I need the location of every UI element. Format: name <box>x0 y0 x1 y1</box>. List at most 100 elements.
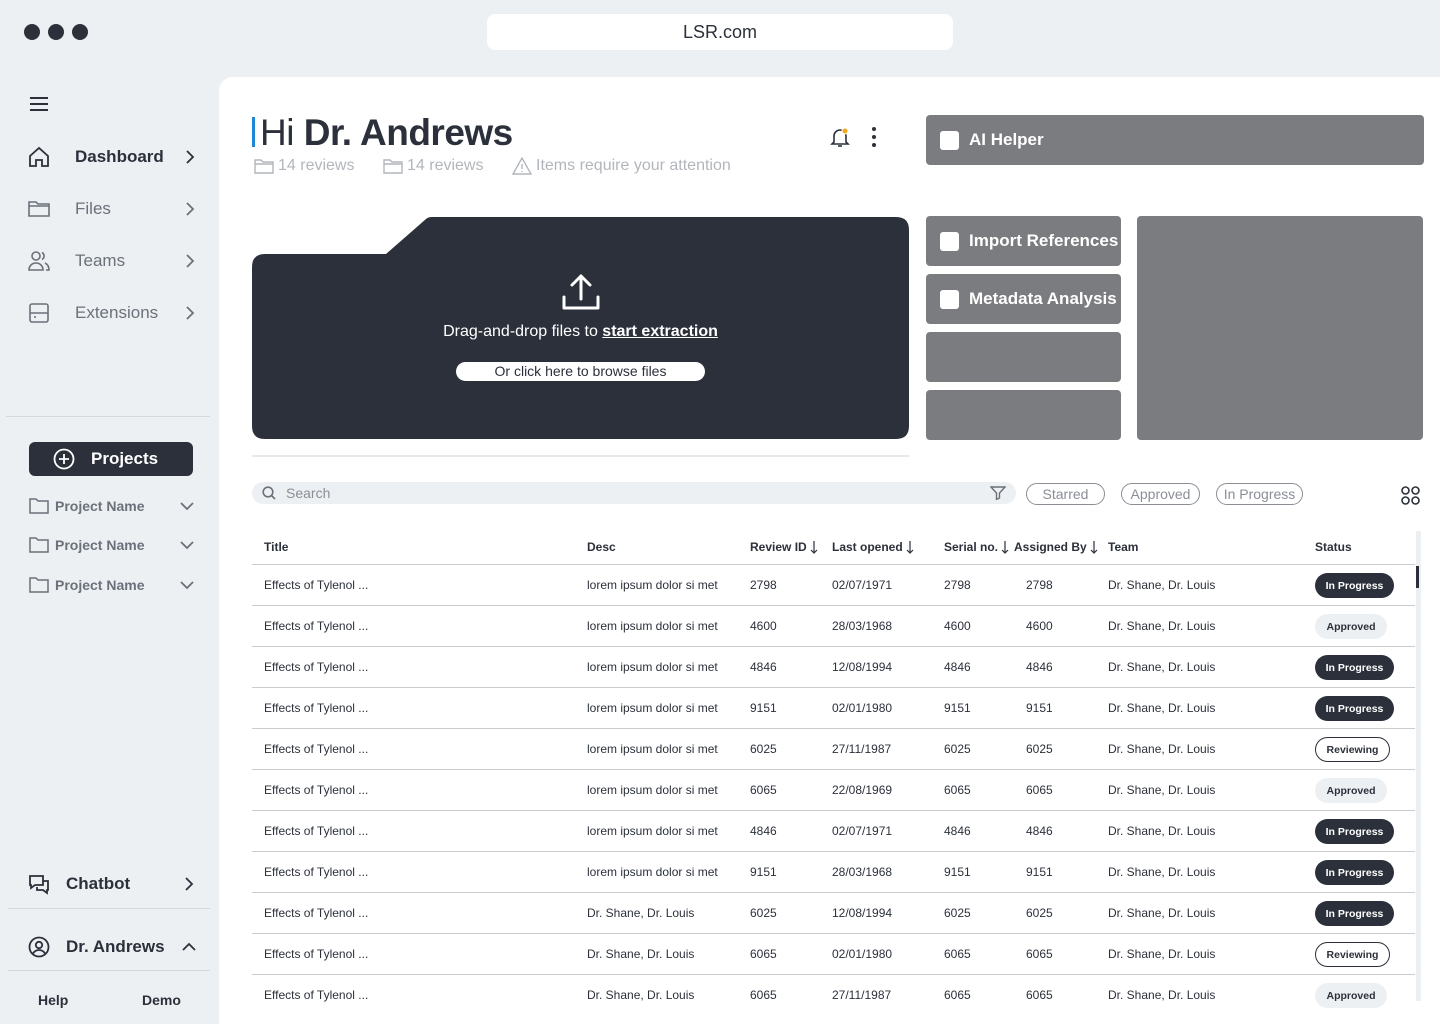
cell-desc: lorem ipsum dolor si met <box>587 578 718 592</box>
folder-icon <box>383 159 403 174</box>
ai-helper-button[interactable]: AI Helper <box>926 115 1424 165</box>
demo-link[interactable]: Demo <box>142 992 181 1008</box>
folder-icon <box>29 576 49 594</box>
cell-desc: Dr. Shane, Dr. Louis <box>587 947 695 961</box>
table-row[interactable]: Effects of Tylenol ... lorem ipsum dolor … <box>252 646 1415 687</box>
table-row[interactable]: Effects of Tylenol ... lorem ipsum dolor … <box>252 769 1415 810</box>
plus-circle-icon <box>53 448 75 470</box>
metadata-analysis-button[interactable]: Metadata Analysis <box>926 274 1121 324</box>
reviews-count: 14 reviews <box>254 157 354 175</box>
ai-helper-label: AI Helper <box>969 130 1044 149</box>
cell-title: Effects of Tylenol ... <box>264 865 369 879</box>
import-references-checkbox[interactable] <box>940 231 959 251</box>
cell-desc: Dr. Shane, Dr. Louis <box>587 906 695 920</box>
search-icon <box>262 486 276 500</box>
more-options-icon[interactable] <box>870 126 878 148</box>
help-link[interactable]: Help <box>38 992 68 1008</box>
column-header-last-opened[interactable]: Last opened <box>832 540 914 554</box>
table-row[interactable]: Effects of Tylenol ... lorem ipsum dolor … <box>252 728 1415 769</box>
table-row[interactable]: Effects of Tylenol ... Dr. Shane, Dr. Lou… <box>252 974 1415 1015</box>
column-header-status[interactable]: Status <box>1315 540 1352 554</box>
filter-icon[interactable] <box>990 486 1006 500</box>
cell-serial-no: 4846 <box>944 660 971 674</box>
table-row[interactable]: Effects of Tylenol ... Dr. Shane, Dr. Lou… <box>252 892 1415 933</box>
ai-helper-checkbox[interactable] <box>940 130 959 150</box>
project-item[interactable]: Project Name <box>29 534 194 556</box>
column-header-title[interactable]: Title <box>264 540 288 554</box>
cell-team: Dr. Shane, Dr. Louis <box>1108 783 1216 797</box>
column-header-serial-no[interactable]: Serial no. <box>944 540 1009 554</box>
empty-tile[interactable] <box>926 332 1121 382</box>
sidebar-item-dashboard[interactable]: Dashboard <box>27 142 197 172</box>
start-extraction-link[interactable]: start extraction <box>602 323 718 340</box>
status-badge: In Progress <box>1315 696 1394 721</box>
chevron-down-icon[interactable] <box>180 540 194 550</box>
import-references-button[interactable]: Import References <box>926 216 1121 266</box>
minimize-window-dot[interactable] <box>48 24 64 40</box>
status-badge: In Progress <box>1315 901 1394 926</box>
table-row[interactable]: Effects of Tylenol ... Dr. Shane, Dr. Lou… <box>252 933 1415 974</box>
cell-team: Dr. Shane, Dr. Louis <box>1108 988 1216 1002</box>
text-cursor <box>252 117 255 147</box>
column-header-assigned-by[interactable]: Assigned By <box>1014 540 1098 554</box>
meta-text: 14 reviews <box>407 157 484 174</box>
header-label: Review ID <box>750 540 807 554</box>
table-scrollbar[interactable] <box>1416 531 1421 1001</box>
sidebar-item-files[interactable]: Files <box>27 194 197 224</box>
close-window-dot[interactable] <box>24 24 40 40</box>
cell-team: Dr. Shane, Dr. Louis <box>1108 906 1216 920</box>
filter-approved[interactable]: Approved <box>1121 483 1200 505</box>
filter-in-progress[interactable]: In Progress <box>1216 483 1303 505</box>
browse-files-button[interactable]: Or click here to browse files <box>456 362 705 381</box>
chatbot-nav[interactable]: Chatbot <box>28 869 196 899</box>
grid-view-icon[interactable] <box>1401 486 1420 505</box>
cell-review-id: 4846 <box>750 660 777 674</box>
header-label: Assigned By <box>1014 540 1087 554</box>
cell-assigned-by: 4846 <box>1026 660 1053 674</box>
metadata-analysis-checkbox[interactable] <box>940 289 959 309</box>
empty-tile[interactable] <box>926 390 1121 440</box>
cell-desc: Dr. Shane, Dr. Louis <box>587 988 695 1002</box>
status-badge: Approved <box>1315 983 1387 1008</box>
cell-last-opened: 22/08/1969 <box>832 783 893 797</box>
table-row[interactable]: Effects of Tylenol ... lorem ipsum dolor … <box>252 687 1415 728</box>
column-header-desc[interactable]: Desc <box>587 540 616 554</box>
projects-button[interactable]: Projects <box>29 442 193 476</box>
sidebar-item-extensions[interactable]: Extensions <box>27 298 197 328</box>
chevron-down-icon[interactable] <box>180 580 194 590</box>
chevron-up-icon[interactable] <box>182 942 196 952</box>
hamburger-menu-icon[interactable] <box>30 96 48 112</box>
url-bar[interactable]: LSR.com <box>487 14 953 50</box>
table-row[interactable]: Effects of Tylenol ... lorem ipsum dolor … <box>252 564 1415 605</box>
cell-title: Effects of Tylenol ... <box>264 742 369 756</box>
maximize-window-dot[interactable] <box>72 24 88 40</box>
sort-arrow-icon <box>810 541 818 554</box>
column-header-review-id[interactable]: Review ID <box>750 540 818 554</box>
cell-title: Effects of Tylenol ... <box>264 947 369 961</box>
notification-bell-icon[interactable] <box>829 126 851 148</box>
table-row[interactable]: Effects of Tylenol ... lorem ipsum dolor … <box>252 810 1415 851</box>
user-menu[interactable]: Dr. Andrews <box>28 932 196 962</box>
sort-arrow-icon <box>1001 541 1009 554</box>
table-row[interactable]: Effects of Tylenol ... lorem ipsum dolor … <box>252 605 1415 646</box>
meta-text: 14 reviews <box>278 157 355 174</box>
project-item[interactable]: Project Name <box>29 495 194 517</box>
column-header-team[interactable]: Team <box>1108 540 1138 554</box>
sidebar-item-teams[interactable]: Teams <box>27 246 197 276</box>
table-scrollbar-thumb[interactable] <box>1416 566 1419 588</box>
cell-serial-no: 4846 <box>944 824 971 838</box>
search-bar[interactable]: Search <box>252 482 1016 504</box>
project-item[interactable]: Project Name <box>29 574 194 596</box>
chevron-down-icon[interactable] <box>180 501 194 511</box>
preview-panel <box>1137 216 1423 440</box>
cell-assigned-by: 6025 <box>1026 742 1053 756</box>
filter-starred[interactable]: Starred <box>1026 483 1105 505</box>
cell-serial-no: 6065 <box>944 988 971 1002</box>
meta-text: Items require your attention <box>536 157 731 174</box>
cell-team: Dr. Shane, Dr. Louis <box>1108 619 1216 633</box>
cell-last-opened: 28/03/1968 <box>832 619 893 633</box>
header-label: Serial no. <box>944 540 999 554</box>
cell-desc: lorem ipsum dolor si met <box>587 742 718 756</box>
attention-notice: Items require your attention <box>512 157 731 175</box>
table-row[interactable]: Effects of Tylenol ... lorem ipsum dolor … <box>252 851 1415 892</box>
